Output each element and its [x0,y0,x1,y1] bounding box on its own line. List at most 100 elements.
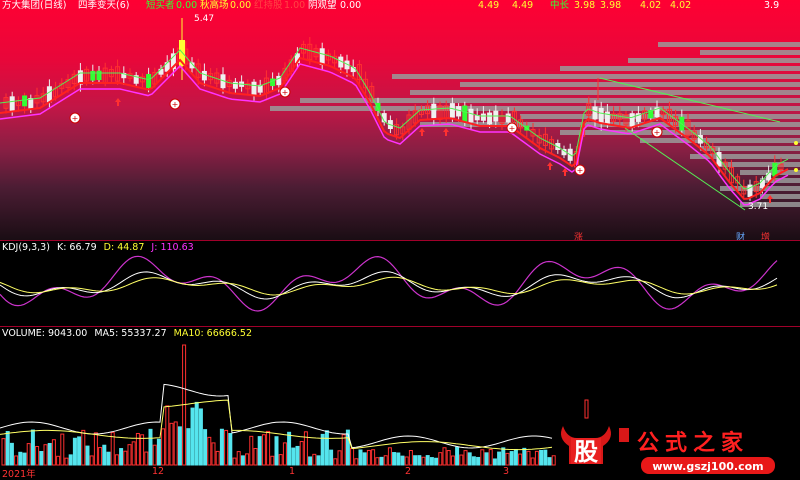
volume-bar [228,433,233,466]
volume-profile-bar [700,50,800,55]
up-arrow-icon [547,162,553,170]
date-label-3: 2 [405,466,412,477]
volume-profile-bar [560,66,800,71]
up-arrow-icon [115,98,121,106]
high-price-label: 5.47 [194,14,215,24]
site-url[interactable]: www.gszj100.com [652,460,763,473]
candle-body [480,113,486,121]
volume-bar [387,447,392,466]
volume-bar [408,450,413,466]
volume-profile-bar [460,82,800,87]
volume-bar [497,451,502,466]
volume-bar [1,438,6,466]
volume-bar [18,451,23,466]
volume-bar [526,450,531,466]
candle-body [449,103,455,118]
volume-bar [77,436,82,466]
plus-icon: + [282,88,289,97]
date-label-1: 12 [152,466,165,477]
volume-bar [64,457,69,466]
candle-body [201,70,207,81]
candle-body [146,73,152,89]
volume-profile-bar [720,162,800,167]
candle-body [96,70,102,81]
volume-bar [165,405,170,466]
volume-bar [236,451,241,466]
volume-bar [295,445,300,466]
plus-icon: + [509,124,516,133]
volume-bar [459,454,464,466]
volume-bar [492,458,497,466]
volume-bar [240,455,245,466]
candle-body [22,95,28,107]
volume-bar [35,445,40,466]
price-dot [794,141,798,145]
volume-bar [232,457,237,466]
volume-bar [413,455,418,466]
volume-profile-bar [760,194,800,199]
kdj-legend: KDJ(9,3,3) K: 66.79 D: 44.87 J: 110.63 [2,242,198,254]
volume-bar [501,447,506,466]
volume-bar [194,401,199,466]
volume-bar [207,436,212,466]
volume-bar [261,434,266,466]
volume-title: VOLUME: 9043.00 [2,328,88,339]
volume-bar [249,435,254,466]
low-price-label: 3.71 [748,202,769,212]
volume-bar [308,456,313,466]
volume-bar [534,450,539,466]
candle-body [505,113,511,123]
volume-bar [114,454,119,466]
up-arrow-icon [419,128,425,136]
volume-bar [9,442,14,466]
volume-bar [488,449,493,466]
volume-bar [169,422,174,466]
volume-bar [312,453,317,466]
plus-icon: + [72,114,79,123]
volume-bar [400,455,405,466]
volume-bar [245,453,250,466]
volume-bar [476,456,481,466]
volume-bar [455,446,460,466]
rise-marker: 涨 [574,233,584,243]
volume-bar [425,455,430,466]
volume-bar [215,450,220,466]
candle-body [431,103,437,119]
volume-bar [366,449,371,466]
volume-bar [505,452,510,466]
volume-bar [85,445,90,466]
volume-bar [354,458,359,466]
volume-bar [98,447,103,466]
candle-body [462,105,468,123]
volume-bar [106,451,111,466]
volume-bar [190,407,195,466]
volume-bar [362,452,367,466]
ma-red-line [0,56,789,200]
volume-bar [131,441,136,466]
volume-bar [299,441,304,466]
volume-bar [522,447,527,466]
panel-divider-2[interactable] [0,326,800,327]
volume-bar [434,457,439,466]
volume-bar [383,455,388,466]
volume-bar [203,429,208,466]
volume-bar [47,442,52,466]
panel-divider-1[interactable] [0,240,800,241]
candle-body [456,106,462,117]
volume-bar [140,434,145,466]
volume-bar [379,456,384,466]
cai-marker: 财 [736,233,746,243]
volume-profile-bar [392,74,800,79]
volume-bar [584,399,589,419]
brand-char: 股 [574,438,598,466]
volume-bar [119,448,124,466]
volume-bar [333,458,338,466]
volume-bar [93,432,98,466]
volume-bar [26,443,31,466]
volume-bar [509,451,514,466]
volume-profile-bar [628,58,800,63]
volume-bar [417,455,422,466]
volume-bar [404,456,409,466]
volume-bar [484,452,489,466]
plus-icon: + [654,128,661,137]
